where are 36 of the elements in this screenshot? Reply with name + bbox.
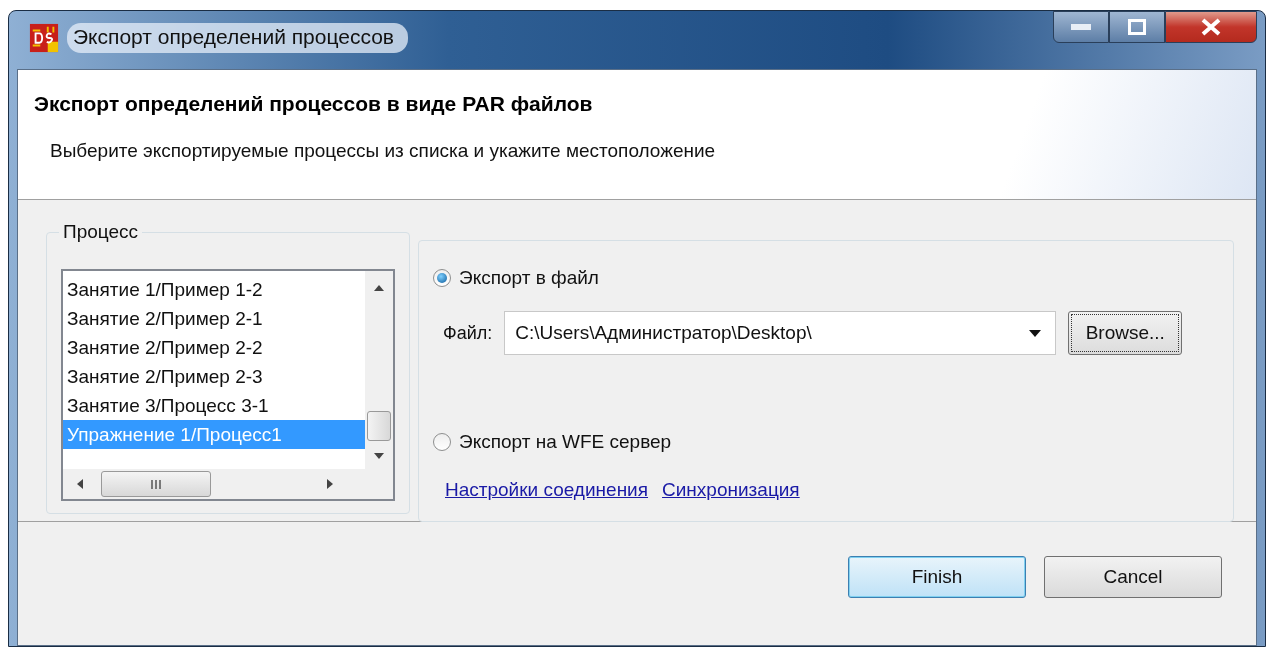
scroll-thumb[interactable] (367, 411, 391, 441)
window-title: Экспорт определений процессов (67, 23, 409, 53)
link[interactable]: Настройки соединения (445, 479, 649, 501)
scroll-up-icon (374, 285, 384, 291)
grip-icon (150, 479, 162, 489)
radio-button[interactable] (433, 433, 451, 451)
radio-button[interactable] (433, 269, 451, 287)
process-item[interactable]: Занятие 3/Процесс 3-1 (63, 391, 365, 420)
minimize-button[interactable] (1053, 11, 1109, 43)
horizontal-scrollbar[interactable] (63, 469, 393, 499)
scroll-thumb[interactable] (101, 471, 211, 497)
maximize-icon (1128, 19, 1146, 35)
page-description: Выберите экспортируемые процессы из списка и укажите местоположение (49, 140, 717, 162)
scroll-left-icon (77, 479, 83, 489)
close-icon (1200, 18, 1222, 36)
minimize-icon (1071, 24, 1091, 30)
dropdown-caret-icon (1029, 329, 1042, 337)
close-button[interactable] (1165, 11, 1257, 43)
process-item[interactable]: Занятие 2/Пример 2-2 (63, 333, 365, 362)
vertical-scrollbar[interactable] (365, 271, 393, 469)
scroll-right-icon (327, 479, 333, 489)
radio-label[interactable]: Экспорт в файл (459, 267, 599, 289)
link[interactable]: Синхронизация (662, 479, 800, 501)
process-item[interactable]: Занятие 2/Пример 2-3 (63, 362, 365, 391)
process-item[interactable]: Занятие 1/Пример 1-2 (63, 275, 365, 304)
browse-button[interactable]: Browse... (1068, 311, 1183, 355)
maximize-button[interactable] (1109, 11, 1165, 43)
scroll-down-icon (374, 453, 384, 459)
process-item[interactable]: Занятие 2/Пример 2-1 (63, 304, 365, 333)
file-path-combo[interactable]: C:\Users\Администратор\Desktop\ (504, 311, 1057, 355)
app-logo-icon (29, 23, 59, 53)
dialog-button[interactable]: Cancel (1044, 556, 1222, 598)
field-label: Файл: (443, 322, 493, 344)
page-title: Экспорт определений процессов в виде PAR файлов (34, 92, 594, 116)
radio-label[interactable]: Экспорт на WFE сервер (459, 431, 672, 453)
dialog-button[interactable]: Finish (848, 556, 1026, 598)
